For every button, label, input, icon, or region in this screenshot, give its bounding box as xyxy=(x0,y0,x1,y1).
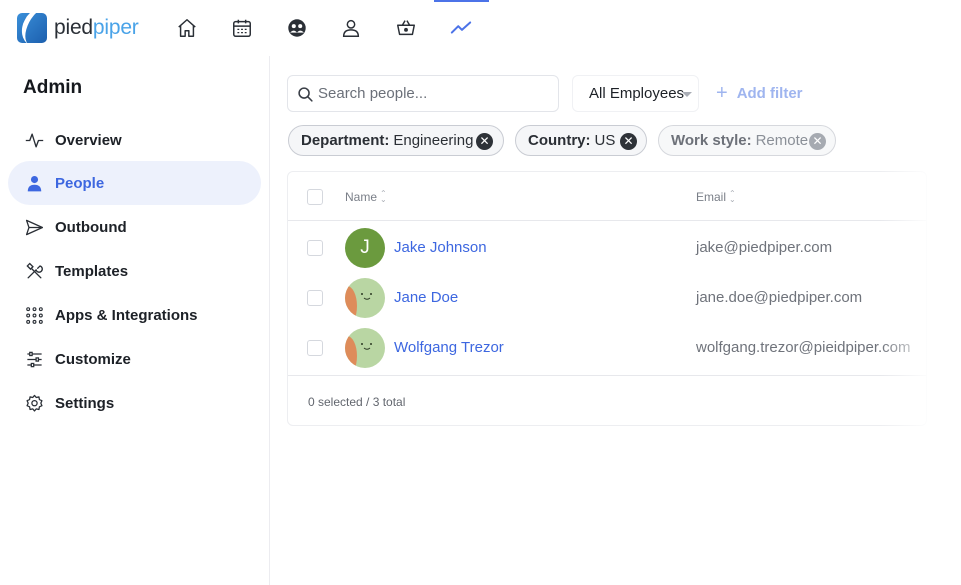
sidebar-item-label: Apps & Integrations xyxy=(55,306,198,324)
gear-icon xyxy=(24,393,44,413)
tools-icon xyxy=(24,261,44,281)
team-icon[interactable] xyxy=(285,16,309,40)
sidebar-item-settings[interactable]: Settings xyxy=(8,381,261,425)
trending-icon[interactable] xyxy=(449,16,473,40)
remove-filter-icon[interactable]: ✕ xyxy=(809,133,826,150)
sidebar-item-label: Overview xyxy=(55,131,122,149)
avatar xyxy=(345,278,385,318)
search-input[interactable] xyxy=(318,77,553,110)
table-header: Name ⌃ ⌄ Email ⌃ ⌄ xyxy=(288,172,926,221)
main-content: All Employees + Add filter Department: E… xyxy=(270,56,961,585)
send-icon xyxy=(24,217,44,237)
user-icon[interactable] xyxy=(339,16,363,40)
remove-filter-icon[interactable]: ✕ xyxy=(476,133,493,150)
filter-chip-key: Work style: xyxy=(671,132,752,149)
table-footer: 0 selected / 3 total xyxy=(288,375,926,425)
column-header-email[interactable]: Email ⌃ ⌄ xyxy=(696,189,736,205)
avatar xyxy=(345,328,385,368)
person-name-link[interactable]: Wolfgang Trezor xyxy=(394,339,504,356)
sidebar-item-apps-integrations[interactable]: Apps & Integrations xyxy=(8,293,261,337)
sliders-icon xyxy=(24,349,44,369)
sidebar-item-overview[interactable]: Overview xyxy=(8,118,261,162)
avatar: J xyxy=(345,228,385,268)
filter-chip-key: Department: xyxy=(301,132,390,149)
sidebar-item-people[interactable]: People xyxy=(8,161,261,205)
sidebar-item-label: Settings xyxy=(55,394,115,412)
select-all-checkbox[interactable] xyxy=(307,189,323,205)
filter-chip-value: US xyxy=(594,132,616,149)
logo[interactable]: piedpiper xyxy=(17,13,139,43)
person-email: wolfgang.trezor@pieidpiper.com xyxy=(696,339,911,356)
active-tab-indicator xyxy=(434,0,489,2)
filter-chip-country: Country: US ✕ xyxy=(515,125,647,156)
person-name-link[interactable]: Jane Doe xyxy=(394,289,458,306)
person-email: jake@piedpiper.com xyxy=(696,239,833,256)
activity-icon xyxy=(24,130,44,150)
plus-icon: + xyxy=(716,82,728,104)
employee-filter-value: All Employees xyxy=(589,85,685,102)
filter-chip-key: Country: xyxy=(528,132,591,149)
column-header-name[interactable]: Name ⌃ ⌄ xyxy=(345,189,387,205)
person-icon xyxy=(24,173,44,193)
people-table: Name ⌃ ⌄ Email ⌃ ⌄ J Jake Johnson jake@piedp… xyxy=(287,171,927,426)
sidebar-item-outbound[interactable]: Outbound xyxy=(8,205,261,249)
selection-status: 0 selected / 3 total xyxy=(308,395,406,409)
sidebar-item-templates[interactable]: Templates xyxy=(8,249,261,293)
top-bar: piedpiper xyxy=(0,0,961,56)
logo-icon xyxy=(17,13,47,43)
table-row[interactable]: Jane Doe jane.doe@piedpiper.com xyxy=(288,273,926,323)
filter-chip-department: Department: Engineering ✕ xyxy=(288,125,504,156)
row-checkbox[interactable] xyxy=(307,240,323,256)
grid-dots-icon xyxy=(24,305,44,325)
filter-chip-work-style: Work style: Remote ✕ xyxy=(658,125,836,156)
search-icon xyxy=(298,87,313,102)
table-row[interactable]: J Jake Johnson jake@piedpiper.com xyxy=(288,223,926,273)
sidebar-title: Admin xyxy=(23,77,83,98)
search-field[interactable] xyxy=(287,75,559,112)
calendar-icon[interactable] xyxy=(230,16,254,40)
sort-icon: ⌃ ⌄ xyxy=(729,189,736,204)
sidebar-item-label: Customize xyxy=(55,350,131,368)
person-email: jane.doe@piedpiper.com xyxy=(696,289,863,306)
person-name-link[interactable]: Jake Johnson xyxy=(394,239,487,256)
logo-text: piedpiper xyxy=(54,16,139,39)
add-filter-label: Add filter xyxy=(736,84,803,102)
sidebar: Admin Overview People Outbound Templates… xyxy=(0,56,270,585)
employee-filter-select[interactable]: All Employees xyxy=(572,75,699,112)
row-checkbox[interactable] xyxy=(307,290,323,306)
sidebar-item-label: People xyxy=(55,174,105,192)
sidebar-item-label: Outbound xyxy=(55,218,127,236)
face-icon xyxy=(361,293,372,300)
filter-chip-value: Engineering xyxy=(393,132,474,149)
row-checkbox[interactable] xyxy=(307,340,323,356)
table-row[interactable]: Wolfgang Trezor wolfgang.trezor@pieidpip… xyxy=(288,323,926,373)
add-filter-button[interactable]: + Add filter xyxy=(716,83,803,103)
home-icon[interactable] xyxy=(175,16,199,40)
sidebar-item-customize[interactable]: Customize xyxy=(8,337,261,381)
face-icon xyxy=(361,343,372,350)
remove-filter-icon[interactable]: ✕ xyxy=(620,133,637,150)
filter-chip-value: Remote xyxy=(755,132,809,149)
sidebar-item-label: Templates xyxy=(55,262,129,280)
basket-icon[interactable] xyxy=(394,16,418,40)
sort-icon: ⌃ ⌄ xyxy=(380,189,387,204)
chevron-down-icon xyxy=(682,92,692,97)
